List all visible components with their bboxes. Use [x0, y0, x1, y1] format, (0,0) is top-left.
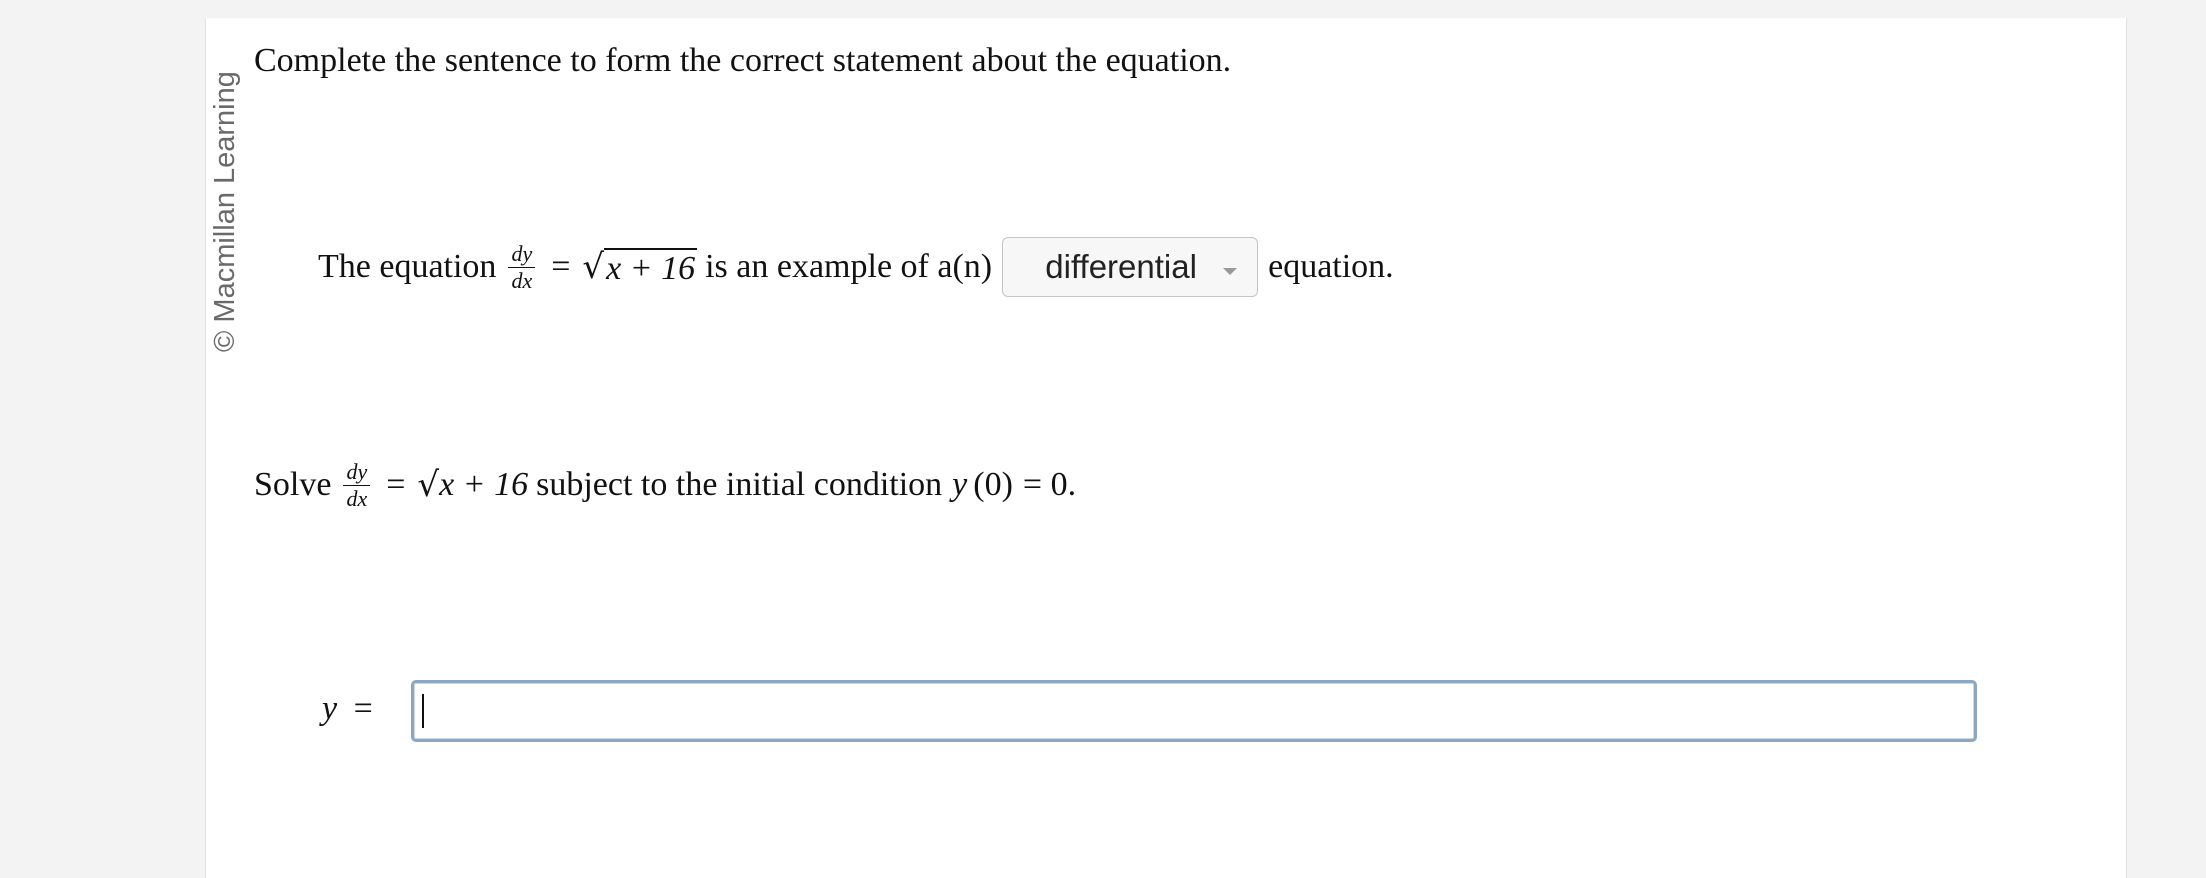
answer-input[interactable] [411, 680, 1977, 742]
condition-variable: y [952, 466, 968, 503]
answer-variable: y [322, 690, 338, 727]
sentence-end-text: equation. [1268, 248, 1394, 285]
square-root-expression: √ x + 16 [582, 247, 698, 287]
answer-label: y = [322, 687, 373, 731]
derivative-fraction: dy dx [508, 241, 536, 293]
question-prompt: Complete the sentence to form the correc… [254, 42, 1232, 79]
answer-equals: = [353, 690, 373, 727]
sentence-lead-text: The equation [318, 248, 497, 285]
dropdown-selected-value: differential [1045, 248, 1197, 285]
equation-sentence: The equation dy dx = √ x + 16 is an exam… [318, 234, 1394, 300]
solve-lead-text: Solve [254, 466, 332, 503]
solve-radicand: x + 16 [439, 466, 529, 503]
solve-equals-sign: = [386, 466, 406, 503]
sentence-middle-text: is an example of a(n) [705, 248, 993, 285]
solve-instruction: Solve dy dx = √ x + 16 subject to the in… [254, 455, 1076, 515]
fraction-denominator: dx [511, 267, 533, 293]
radicand: x + 16 [604, 247, 698, 287]
solve-fraction-numerator: dy [343, 459, 371, 486]
condition-value: = 0. [1022, 466, 1077, 503]
copyright-watermark: © Macmillan Learning [209, 71, 241, 352]
solve-derivative-fraction: dy dx [343, 459, 371, 511]
radical-icon: √ [582, 247, 605, 287]
condition-text: subject to the initial condition [536, 466, 943, 503]
question-card [205, 18, 2127, 878]
solve-square-root-expression: √ x + 16 [417, 465, 528, 505]
chevron-down-icon [1223, 268, 1238, 275]
text-cursor [422, 694, 424, 728]
fraction-numerator: dy [508, 241, 536, 268]
solve-fraction-denominator: dx [346, 485, 368, 511]
condition-argument: (0) [973, 466, 1013, 503]
solve-radical-icon: √ [417, 465, 440, 505]
equals-sign: = [551, 248, 571, 285]
equation-type-dropdown[interactable]: differential [1002, 237, 1259, 297]
